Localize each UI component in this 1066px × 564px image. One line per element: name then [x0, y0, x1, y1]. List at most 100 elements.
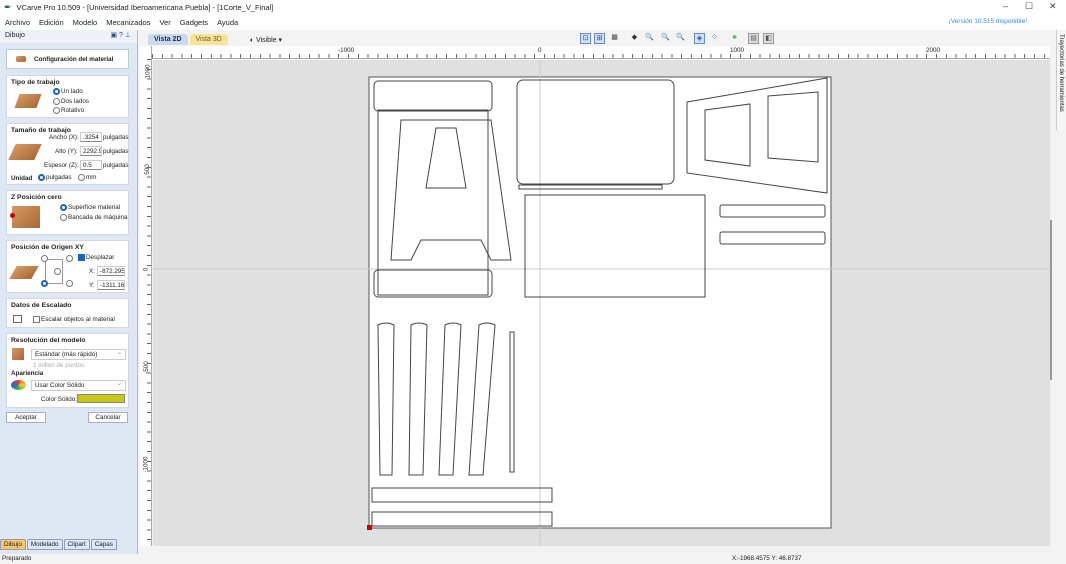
- menu-bar: Archivo Edición Modelo Mecanizados Ver G…: [0, 15, 1066, 30]
- menu-gadgets[interactable]: Gadgets: [180, 18, 208, 27]
- resolution-select[interactable]: Estándar (más rápido): [31, 349, 126, 360]
- z-zero-icon: [12, 206, 40, 228]
- tab-modelado[interactable]: Modelado: [26, 539, 63, 550]
- panel-title: Dibujo: [5, 32, 25, 39]
- solid-color-label: Color Sólido:: [41, 396, 78, 403]
- origin-y-input[interactable]: -1311.16: [97, 280, 125, 290]
- radio-mm[interactable]: mm: [78, 174, 97, 181]
- menu-archivo[interactable]: Archivo: [5, 18, 30, 27]
- job-size-title: Tamaño de trabajo: [11, 127, 71, 134]
- height-label: Alto (Y):: [55, 148, 78, 155]
- tab-vista-3d[interactable]: Vista 3D: [189, 34, 228, 45]
- node-edit-icon[interactable]: ⟐: [709, 33, 720, 44]
- toolpath-drawing: [153, 60, 1050, 549]
- z-zero-section: Z Posición cero Superficie material Banc…: [6, 190, 129, 235]
- zoom-box-icon[interactable]: 🔍: [675, 33, 686, 44]
- drawing-panel: Dibujo ▣ ? ⊥ Configuración del material …: [0, 30, 138, 554]
- horizontal-ruler: -1000 0 1000 2000: [152, 46, 1050, 59]
- cancel-button[interactable]: Cancelar: [88, 412, 128, 423]
- resolution-icon: [12, 348, 24, 360]
- pan-icon[interactable]: ◆: [629, 33, 640, 44]
- origin-center[interactable]: [54, 268, 61, 275]
- accept-button[interactable]: Aceptar: [6, 412, 46, 423]
- radio-rotativo[interactable]: Rotativo: [53, 107, 84, 114]
- tab-dibujo[interactable]: Dibujo: [0, 539, 26, 550]
- cursor-coordinates: X:-1968.4575 Y: 46.8737: [732, 555, 802, 562]
- tab-capas[interactable]: Capas: [90, 539, 117, 550]
- origin-marker-icon: [10, 213, 15, 218]
- tree-icon[interactable]: ♣: [729, 33, 740, 44]
- radio-un-lado[interactable]: Un lado: [53, 88, 83, 95]
- origin-top-left[interactable]: [41, 255, 48, 262]
- job-type-title: Tipo de trabajo: [11, 79, 60, 86]
- solid-color-picker[interactable]: [77, 394, 125, 403]
- origin-bottom-left[interactable]: [41, 280, 48, 287]
- app-logo-icon: ✒: [4, 2, 12, 12]
- origin-bottom-right[interactable]: [66, 280, 73, 287]
- xy-origin-title: Posición de Origen XY: [11, 244, 84, 251]
- zoom-extents-icon[interactable]: ⊡: [580, 33, 591, 44]
- thickness-input[interactable]: 0.5: [80, 160, 102, 170]
- visibility-dropdown[interactable]: ◐ Visible ▾: [250, 34, 282, 45]
- job-size-icon: [8, 144, 42, 160]
- minimize-button[interactable]: –: [1003, 1, 1008, 11]
- radio-dos-lados[interactable]: Dos lados: [53, 98, 89, 105]
- thickness-label: Espesor (Z):: [44, 162, 79, 169]
- menu-mecanizados[interactable]: Mecanizados: [106, 18, 150, 27]
- ruler-h-label: -1000: [338, 47, 355, 54]
- maximize-button[interactable]: ☐: [1025, 1, 1033, 12]
- origin-x-input[interactable]: -872.295: [97, 266, 125, 276]
- menu-ver[interactable]: Ver: [159, 18, 170, 27]
- radio-bancada[interactable]: Bancada de máquina: [60, 214, 128, 221]
- panel-tabs: Dibujo Modelado Clipart Capas: [0, 539, 118, 550]
- x-label: X:: [89, 268, 95, 275]
- zoom-material-icon[interactable]: ⊞: [594, 33, 605, 44]
- xy-origin-section: Posición de Origen XY Desplazar X: -872.…: [6, 240, 129, 293]
- job-size-section: Tamaño de trabajo Ancho (X): .3254 pulga…: [6, 123, 129, 185]
- material-setup-label: Configuración del material: [34, 56, 114, 63]
- title-bar: ✒ VCarve Pro 10.509 - [Universidad Ibero…: [0, 0, 1066, 15]
- vertical-scrollbar[interactable]: [1050, 220, 1052, 380]
- toolpaths-side-tab[interactable]: Trayectorias de herramientas: [1056, 30, 1066, 130]
- pin-icon[interactable]: ▣ ? ⊥: [111, 31, 132, 39]
- update-notice-link[interactable]: ¡Versión 10.515 disponible!: [949, 18, 1027, 25]
- radio-superficie[interactable]: Superficie material: [60, 204, 120, 211]
- close-button[interactable]: ✕: [1049, 1, 1057, 12]
- split-view-icon[interactable]: ◧: [763, 33, 774, 44]
- menu-ayuda[interactable]: Ayuda: [217, 18, 238, 27]
- job-type-section: Tipo de trabajo Un lado Dos lados Rotati…: [6, 75, 129, 118]
- material-setup-button[interactable]: Configuración del material: [6, 49, 129, 69]
- scale-checkbox[interactable]: Escalar objetos al material: [33, 316, 115, 323]
- scale-icon: [13, 315, 22, 323]
- tab-vista-2d[interactable]: Vista 2D: [148, 34, 188, 45]
- height-input[interactable]: 2292.9: [80, 146, 102, 156]
- unit-label: Unidad: [11, 175, 33, 182]
- menu-edicion[interactable]: Edición: [39, 18, 64, 27]
- vertical-ruler: 1000 500 0 -500 -1000: [140, 46, 152, 546]
- menu-modelo[interactable]: Modelo: [73, 18, 98, 27]
- width-input[interactable]: .3254: [80, 132, 102, 142]
- grid-icon[interactable]: ▦: [609, 33, 620, 44]
- palette-icon: [11, 380, 26, 390]
- material-icon: [16, 56, 26, 62]
- offset-checkbox[interactable]: Desplazar: [78, 254, 114, 261]
- z-zero-title: Z Posición cero: [11, 194, 62, 201]
- appearance-select[interactable]: Usar Color Sólido: [31, 380, 126, 391]
- side-tab-label: Trayectorias de herramientas: [1058, 34, 1064, 112]
- select-icon[interactable]: ◈: [694, 33, 705, 44]
- origin-marker: [367, 525, 372, 530]
- y-label: Y:: [89, 282, 95, 289]
- origin-top-right[interactable]: [66, 255, 73, 262]
- drawing-canvas[interactable]: [153, 60, 1050, 549]
- status-text: Preparado: [2, 555, 32, 562]
- window-title: VCarve Pro 10.509 - [Universidad Iberoam…: [16, 3, 274, 12]
- tab-clipart[interactable]: Clipart: [63, 539, 90, 550]
- layout-icon[interactable]: ▤: [748, 33, 759, 44]
- xy-origin-icon: [9, 266, 39, 279]
- zoom-in-icon[interactable]: 🔍: [644, 33, 655, 44]
- thickness-unit: pulgadas: [103, 162, 129, 169]
- resolution-hint: 1 millón de puntos: [33, 362, 85, 369]
- zoom-out-icon[interactable]: 🔍: [660, 33, 671, 44]
- radio-pulgadas[interactable]: pulgadas: [38, 174, 72, 181]
- view-tabs: Vista 2D Vista 3D ◐ Visible ▾: [148, 34, 282, 45]
